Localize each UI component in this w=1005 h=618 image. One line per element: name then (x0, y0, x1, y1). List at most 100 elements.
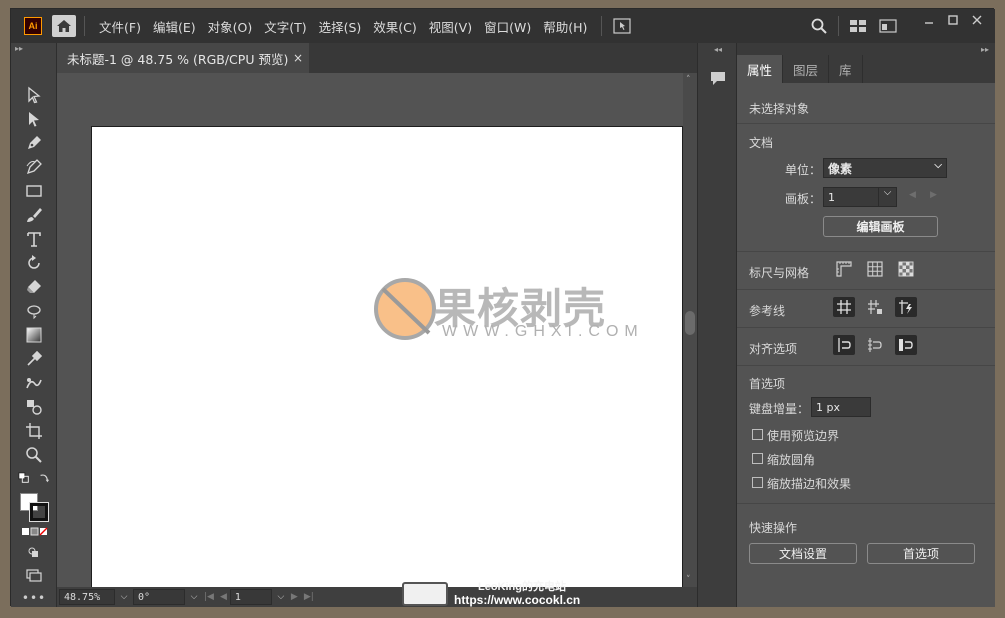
panel-tabs: 属性 图层 库 (737, 43, 995, 83)
units-select[interactable]: 像素 ⌵ (823, 158, 947, 178)
scale-strokes-effects-checkbox[interactable] (752, 477, 763, 488)
tools-panel: ▸▸ ••• (11, 43, 57, 607)
toggle-grid-button[interactable] (864, 259, 886, 279)
document-setup-button[interactable]: 文档设置 (749, 543, 857, 564)
next-artboard-icon[interactable]: ▶ (291, 592, 298, 602)
zoom-field[interactable]: 48.75% (59, 589, 115, 605)
vertical-scrollbar[interactable]: ˄ ˅ (683, 73, 697, 587)
blend-tool[interactable] (23, 373, 45, 393)
rotation-dropdown-icon[interactable]: ⌵ (187, 592, 201, 602)
maximize-button[interactable] (941, 10, 965, 30)
close-window-button[interactable] (965, 10, 989, 30)
prev-artboard-icon[interactable]: ◀ (220, 592, 227, 602)
document-section-title: 文档 (749, 136, 774, 150)
artboard-nav-field[interactable]: 1 (229, 589, 272, 605)
direct-selection-tool[interactable] (23, 109, 45, 129)
symbol-sprayer-tool[interactable] (23, 397, 45, 417)
rectangle-tool[interactable] (23, 181, 45, 201)
rotation-field[interactable]: 0° (133, 589, 185, 605)
tab-properties[interactable]: 属性 (737, 55, 784, 83)
stroke-swatch[interactable] (29, 502, 49, 522)
document-tab[interactable]: 未标题-1 @ 48.75 % (RGB/CPU 预览) × (57, 43, 309, 73)
edit-artboards-button[interactable]: 编辑画板 (823, 216, 938, 237)
snap-to-point-button[interactable] (833, 335, 855, 355)
toggle-guides-button[interactable] (833, 297, 855, 317)
curvature-tool[interactable] (23, 157, 45, 177)
tab-libraries[interactable]: 库 (829, 55, 863, 83)
swap-arrows-icon (40, 474, 50, 483)
snap-to-glyph-button[interactable] (895, 335, 917, 355)
overlay-watermark-line1: LeoKing的充电站 (478, 581, 566, 593)
warp-tool[interactable] (23, 301, 45, 321)
artboard-nav-dropdown-icon[interactable]: ⌵ (274, 592, 288, 602)
units-value: 像素 (828, 161, 853, 176)
swap-colors-button[interactable] (37, 471, 51, 485)
type-tool[interactable] (23, 229, 45, 249)
artboard[interactable]: 果核剥壳 WWW.GHXI.COM (91, 126, 683, 587)
canvas-area[interactable]: 果核剥壳 WWW.GHXI.COM (57, 73, 683, 587)
artboard-select[interactable]: 1 ⌵ (823, 187, 897, 207)
eraser-icon (27, 280, 41, 293)
artboard-tool[interactable] (23, 421, 45, 441)
panel-collapse-icon[interactable]: ▸▸ (981, 45, 989, 54)
zoom-tool[interactable] (23, 445, 45, 465)
zoom-dropdown-icon[interactable]: ⌵ (117, 592, 131, 602)
menu-edit[interactable]: 编辑(E) (147, 17, 202, 36)
next-artboard-arrow-icon[interactable]: ▶ (930, 190, 937, 200)
close-tab-icon[interactable]: × (293, 51, 303, 65)
transparency-grid-icon (898, 261, 914, 277)
arrange-documents-button[interactable] (843, 16, 873, 36)
scroll-up-icon[interactable]: ˄ (686, 75, 691, 85)
comments-panel-button[interactable] (707, 67, 729, 89)
draw-mode-button[interactable] (23, 543, 45, 563)
rotate-tool[interactable] (23, 253, 45, 273)
vertical-scroll-thumb[interactable] (685, 311, 695, 335)
pen-tool[interactable] (23, 133, 45, 153)
lock-guides-button[interactable] (864, 297, 886, 317)
scroll-down-icon[interactable]: ˅ (686, 575, 691, 585)
first-artboard-icon[interactable]: |◀ (204, 592, 214, 602)
menu-select[interactable]: 选择(S) (313, 17, 368, 36)
scale-strokes-effects-label: 缩放描边和效果 (767, 477, 852, 491)
use-preview-bounds-checkbox[interactable] (752, 429, 763, 440)
menu-help[interactable]: 帮助(H) (537, 17, 593, 36)
preferences-button[interactable]: 首选项 (867, 543, 975, 564)
keyboard-increment-label: 键盘增量： (749, 402, 810, 416)
eyedropper-tool[interactable] (23, 349, 45, 369)
gradient-tool[interactable] (23, 325, 45, 345)
search-button[interactable] (804, 16, 834, 36)
toggle-transparency-grid-button[interactable] (895, 259, 917, 279)
snap-pixel-icon (868, 338, 882, 352)
snap-to-pixel-button[interactable] (864, 335, 886, 355)
overlay-badge-icon (402, 582, 448, 606)
default-colors-button[interactable] (17, 471, 31, 485)
menu-window[interactable]: 窗口(W) (478, 17, 537, 36)
keyboard-increment-input[interactable]: 1 px (811, 397, 871, 417)
tab-layers[interactable]: 图层 (783, 55, 830, 83)
screen-mode-button[interactable] (23, 565, 45, 585)
color-mode-buttons[interactable] (21, 527, 49, 537)
gpu-performance-button[interactable] (610, 16, 634, 36)
collapse-toolbar-icon[interactable]: ▸▸ (11, 43, 56, 55)
smart-guides-button[interactable] (895, 297, 917, 317)
workspace-switcher-button[interactable] (873, 16, 903, 36)
last-artboard-icon[interactable]: ▶| (304, 592, 314, 602)
prev-artboard-arrow-icon[interactable]: ◀ (909, 190, 916, 200)
scale-corners-checkbox[interactable] (752, 453, 763, 464)
home-button[interactable] (52, 15, 76, 37)
home-icon (57, 20, 71, 32)
selection-tool[interactable] (23, 85, 45, 105)
paintbrush-tool[interactable] (23, 205, 45, 225)
toggle-rulers-button[interactable] (833, 259, 855, 279)
minimize-button[interactable] (917, 10, 941, 30)
menu-view[interactable]: 视图(V) (423, 17, 478, 36)
quick-actions-label: 快速操作 (749, 521, 798, 535)
eraser-tool[interactable] (23, 277, 45, 297)
search-icon (811, 18, 827, 34)
menu-effect[interactable]: 效果(C) (367, 17, 422, 36)
menu-type[interactable]: 文字(T) (258, 17, 312, 36)
edit-toolbar-button[interactable]: ••• (22, 588, 45, 608)
menu-object[interactable]: 对象(O) (202, 17, 259, 36)
menu-file[interactable]: 文件(F) (93, 17, 147, 36)
dock-collapse-icon[interactable]: ◂◂ (714, 45, 722, 54)
